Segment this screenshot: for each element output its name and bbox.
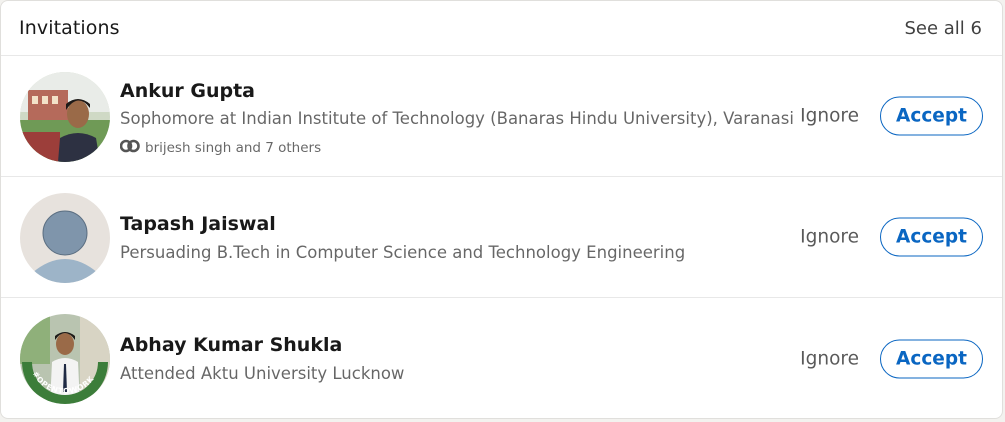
accept-button[interactable]: Accept [880, 339, 983, 378]
invitation-row: Ankur Gupta Sophomore at Indian Institut… [1, 56, 1002, 177]
accept-button[interactable]: Accept [880, 96, 983, 136]
accept-button[interactable]: Accept [880, 217, 983, 257]
invitation-row: #OPENTOWORK Abhay Kumar Shukla Attended … [1, 298, 1002, 418]
invitation-headline: Sophomore at Indian Institute of Technol… [120, 109, 794, 128]
invitation-name[interactable]: Tapash Jaiswal [120, 213, 276, 235]
mutual-connections[interactable]: brijesh singh and 7 others [119, 139, 322, 157]
ignore-button[interactable]: Ignore [800, 342, 859, 375]
invitation-headline: Persuading B.Tech in Computer Science an… [120, 243, 686, 262]
avatar-open-to-work[interactable]: #OPENTOWORK [20, 314, 110, 404]
mutual-connections-text: brijesh singh and 7 others [145, 140, 322, 156]
invitation-headline: Attended Aktu University Lucknow [120, 364, 405, 383]
invitations-header: Invitations See all 6 [1, 1, 1002, 56]
invitation-row: Tapash Jaiswal Persuading B.Tech in Comp… [1, 177, 1002, 298]
avatar[interactable] [20, 193, 110, 283]
invitations-card: Invitations See all 6 Ankur Gupta Sophom… [0, 0, 1003, 419]
ignore-button[interactable]: Ignore [800, 221, 859, 254]
invitations-title: Invitations [19, 17, 120, 39]
ignore-button[interactable]: Ignore [800, 100, 859, 133]
invitation-name[interactable]: Ankur Gupta [120, 80, 255, 102]
avatar[interactable] [20, 72, 110, 162]
invitation-name[interactable]: Abhay Kumar Shukla [120, 334, 342, 356]
mutual-connections-icon [119, 139, 140, 157]
see-all-link[interactable]: See all 6 [904, 18, 982, 39]
